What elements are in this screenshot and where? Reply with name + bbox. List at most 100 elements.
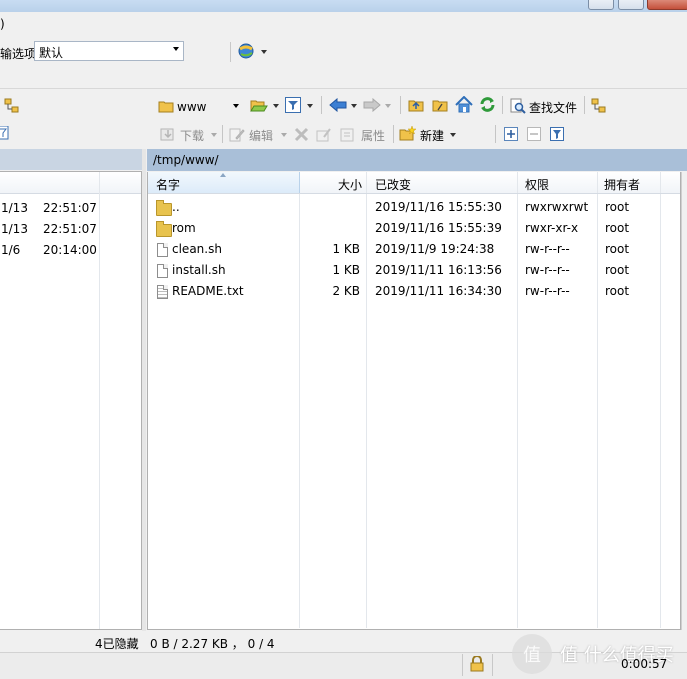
- maximize-button[interactable]: [618, 0, 644, 10]
- collapse-icon[interactable]: [527, 127, 541, 141]
- modified-time: 22:51:07: [43, 201, 97, 215]
- back-dropdown-icon[interactable]: [351, 104, 357, 108]
- file-name: install.sh: [172, 263, 226, 277]
- right-path-bar[interactable]: /tmp/www/: [147, 149, 687, 171]
- root-folder-icon[interactable]: [432, 97, 448, 113]
- right-file-list[interactable]: 名字 大小 已改变 权限 拥有者 .. 2019/11/16 15:55:30 …: [147, 172, 681, 630]
- filter-mask-icon[interactable]: [550, 127, 564, 141]
- rename-icon[interactable]: [316, 127, 332, 142]
- table-row[interactable]: clean.sh 1 KB 2019/11/9 19:24:38 rw-r--r…: [148, 239, 680, 260]
- modified-date: 1/13: [1, 201, 28, 215]
- file-size: 1 KB: [332, 242, 360, 256]
- close-button[interactable]: [647, 0, 687, 10]
- filter-icon[interactable]: [285, 97, 301, 113]
- file-owner: root: [605, 284, 630, 298]
- back-arrow-icon[interactable]: [329, 97, 347, 113]
- column-modified-label: 已改变: [375, 178, 412, 192]
- new-folder-icon[interactable]: [399, 125, 417, 142]
- file-permissions: rw-r--r--: [525, 263, 570, 277]
- column-owner[interactable]: 拥有者: [598, 172, 661, 193]
- file-icon: [157, 264, 168, 278]
- menu-item-partial[interactable]: ): [0, 17, 5, 31]
- table-row[interactable]: README.txt 2 KB 2019/11/11 16:34:30 rw-r…: [148, 281, 680, 302]
- edit-icon[interactable]: [229, 127, 245, 142]
- file-modified: 2019/11/16 15:55:30: [375, 200, 502, 214]
- folder-icon: [156, 221, 172, 237]
- new-label[interactable]: 新建: [420, 127, 444, 144]
- list-item[interactable]: 1/13 22:51:07: [0, 219, 141, 240]
- transfer-options-value: 默认: [39, 46, 64, 60]
- list-item[interactable]: 1/13 22:51:07: [0, 198, 141, 219]
- column-modified[interactable]: 已改变: [367, 172, 518, 193]
- sync-globe-icon[interactable]: [238, 43, 256, 59]
- elapsed-time: 0:00:57: [621, 657, 668, 671]
- file-permissions: rwxr-xr-x: [525, 221, 579, 235]
- file-owner: root: [605, 221, 630, 235]
- table-row[interactable]: .. 2019/11/16 15:55:30 rwxrwxrwt root: [148, 197, 680, 218]
- text-file-icon: [157, 285, 168, 299]
- file-modified: 2019/11/16 15:55:39: [375, 221, 502, 235]
- lock-icon: [470, 655, 484, 672]
- file-icon: [157, 243, 168, 257]
- open-folder-dropdown-icon[interactable]: [273, 104, 279, 108]
- table-row[interactable]: rom 2019/11/16 15:55:39 rwxr-xr-x root: [148, 218, 680, 239]
- file-permissions: rw-r--r--: [525, 284, 570, 298]
- expand-icon[interactable]: [504, 127, 518, 141]
- transfer-options-select[interactable]: 默认: [34, 41, 184, 61]
- download-icon[interactable]: [160, 127, 176, 142]
- file-name: ..: [172, 200, 180, 214]
- open-folder-icon[interactable]: [250, 97, 268, 113]
- path-combo-value: www: [177, 100, 207, 114]
- refresh-icon[interactable]: [479, 96, 496, 113]
- column-size-label: 大小: [337, 178, 362, 192]
- left-file-list[interactable]: 1/13 22:51:07 1/13 22:51:07 1/6 20:14:00: [0, 171, 142, 630]
- home-icon[interactable]: [455, 95, 473, 113]
- edit-dropdown-icon[interactable]: [281, 133, 287, 137]
- panel-splitter[interactable]: [142, 149, 146, 631]
- forward-arrow-icon[interactable]: [363, 97, 381, 113]
- download-label[interactable]: 下载: [180, 127, 204, 144]
- edit-label[interactable]: 编辑: [249, 127, 273, 144]
- svg-text:值: 值: [523, 645, 541, 665]
- parent-folder-icon[interactable]: [408, 97, 424, 113]
- properties-label[interactable]: 属性: [361, 127, 385, 144]
- find-files-label[interactable]: 查找文件: [529, 99, 577, 116]
- file-owner: root: [605, 200, 630, 214]
- find-files-icon[interactable]: [510, 98, 526, 114]
- tree-view-icon[interactable]: [591, 98, 607, 114]
- filter-dropdown-icon[interactable]: [307, 104, 313, 108]
- menubar: ): [0, 12, 687, 36]
- list-item[interactable]: 1/6 20:14:00: [0, 240, 141, 261]
- left-hidden-status: 4已隐藏: [95, 637, 139, 651]
- modified-time: 20:14:00: [43, 243, 97, 257]
- column-name[interactable]: 名字: [148, 172, 300, 193]
- vertical-scrollbar[interactable]: [681, 172, 687, 630]
- modified-date: 1/13: [1, 222, 28, 236]
- column-permissions-label: 权限: [525, 178, 550, 192]
- table-row[interactable]: install.sh 1 KB 2019/11/11 16:13:56 rw-r…: [148, 260, 680, 281]
- sort-ascending-icon: [220, 173, 226, 177]
- left-filter-icon[interactable]: [0, 125, 10, 140]
- file-owner: root: [605, 242, 630, 256]
- file-permissions: rw-r--r--: [525, 242, 570, 256]
- watermark-logo: 值: [512, 634, 552, 674]
- column-name-label: 名字: [156, 178, 181, 192]
- column-permissions[interactable]: 权限: [518, 172, 598, 193]
- left-path-bar[interactable]: [0, 149, 142, 170]
- transfer-options-label: 输选项: [0, 47, 37, 61]
- file-name: rom: [172, 221, 196, 235]
- path-combo[interactable]: www: [156, 96, 244, 116]
- modified-date: 1/6: [1, 243, 21, 257]
- download-dropdown-icon[interactable]: [211, 133, 217, 137]
- minimize-button[interactable]: [588, 0, 614, 10]
- delete-icon[interactable]: [294, 127, 309, 142]
- properties-icon[interactable]: [340, 127, 356, 142]
- column-size[interactable]: 大小: [300, 172, 367, 193]
- tree-toggle-icon[interactable]: [4, 98, 20, 114]
- sync-dropdown-icon[interactable]: [261, 50, 267, 54]
- file-size: 1 KB: [332, 263, 360, 277]
- new-dropdown-icon[interactable]: [450, 133, 456, 137]
- forward-dropdown-icon[interactable]: [385, 104, 391, 108]
- file-owner: root: [605, 263, 630, 277]
- file-name: README.txt: [172, 284, 244, 298]
